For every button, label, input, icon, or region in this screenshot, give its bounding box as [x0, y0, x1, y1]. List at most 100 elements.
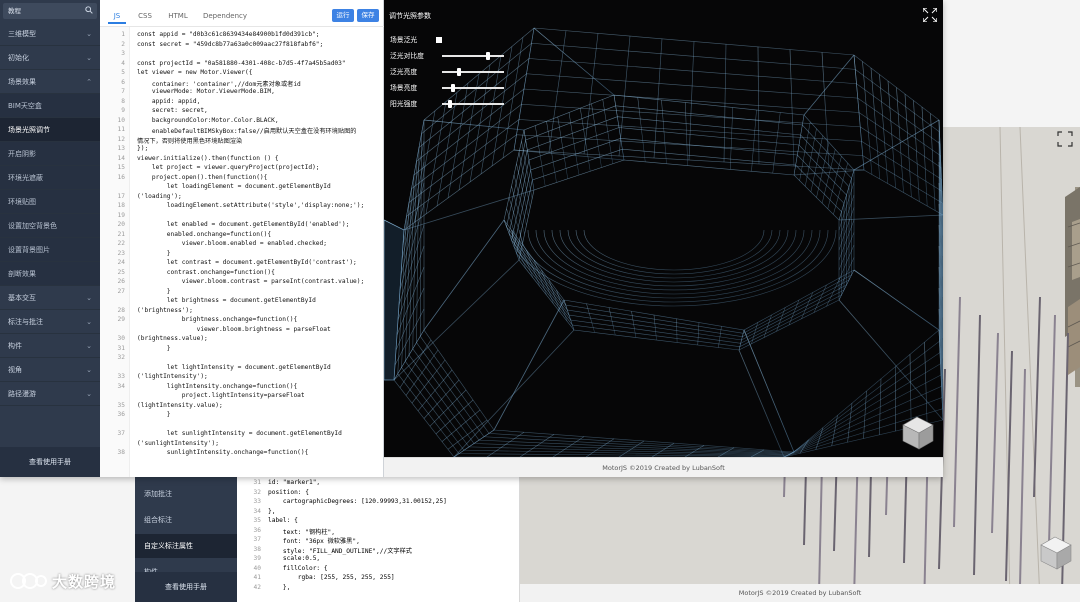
line-number: 18	[117, 202, 125, 209]
sidebar-item[interactable]: 构件 ⌄	[0, 334, 100, 358]
sidebar-item[interactable]: 场景光照调节	[0, 118, 100, 142]
slider-handle[interactable]	[456, 68, 461, 76]
code-line: enableDefaultBIMSkyBox:false//启用默认天空盒在没有…	[137, 128, 357, 135]
code-line: },	[268, 507, 276, 515]
line-number: 3	[121, 50, 125, 57]
help-manual-button[interactable]: 查看使用手册	[0, 447, 100, 477]
slider-handle[interactable]	[485, 52, 490, 60]
line-number: 26	[117, 278, 125, 285]
sidebar-item[interactable]: BIM天空盒	[0, 94, 100, 118]
light-slider[interactable]: 泛光对比度	[390, 50, 510, 62]
chevron-down-icon: ⌄	[86, 30, 92, 38]
3d-viewport[interactable]: 调节光照参数 场景泛光泛光对比度泛光亮度场景亮度阳光强度	[384, 0, 943, 457]
code-line: position: {	[268, 488, 309, 496]
sidebar-item[interactable]: 开启阴影	[0, 142, 100, 166]
tab-css[interactable]: CSS	[134, 8, 156, 24]
code-line: brightness.onchange=function(){	[137, 316, 298, 323]
line-number: 38	[253, 545, 261, 553]
chevron-down-icon: ⌄	[86, 366, 92, 374]
line-number: 15	[117, 164, 125, 171]
back-sidebar-item-label: 添加批注	[144, 490, 172, 498]
slider-track[interactable]	[442, 52, 504, 60]
slider-track[interactable]	[442, 100, 504, 108]
code-line: let loadingElement = document.getElement…	[137, 183, 331, 190]
control-label: 泛光对比度	[390, 52, 424, 60]
save-button[interactable]: 保存	[357, 9, 379, 22]
sidebar-item-label: 三维模型	[8, 30, 36, 38]
sidebar-item[interactable]: 三维模型 ⌄	[0, 22, 100, 46]
slider-handle[interactable]	[450, 84, 455, 92]
back-sidebar-item-add-annotation[interactable]: 添加批注	[135, 482, 237, 506]
code-line: let enabled = document.getElementById('e…	[137, 221, 350, 228]
line-number: 33	[253, 498, 261, 505]
back-sidebar-item-group-annotation[interactable]: 组合标注	[135, 508, 237, 532]
line-number: 28	[117, 306, 125, 314]
light-slider[interactable]: 泛光亮度	[390, 66, 510, 78]
sidebar-item-label: 设置加空背景色	[8, 222, 57, 230]
line-number: 40	[253, 564, 261, 572]
back-help-button[interactable]: 查看使用手册	[135, 572, 237, 602]
sidebar-item[interactable]: 设置背景图片	[0, 238, 100, 262]
light-slider[interactable]: 场景亮度	[390, 82, 510, 94]
sidebar-item-label: 场景光照调节	[8, 126, 50, 134]
line-number: 22	[117, 240, 125, 247]
sidebar-item[interactable]: 初始化 ⌄	[0, 46, 100, 70]
slider-handle[interactable]	[447, 100, 452, 108]
sidebar-item[interactable]: 基本交互 ⌄	[0, 286, 100, 310]
slider-track[interactable]	[442, 68, 504, 76]
chevron-down-icon: ⌄	[86, 54, 92, 62]
sidebar-item[interactable]: 路径漫游 ⌄	[0, 382, 100, 406]
line-number: 33	[117, 373, 125, 380]
code-line: contrast.onchange=function(){	[137, 268, 275, 276]
bloom-toggle[interactable]: 场景泛光	[390, 34, 510, 46]
line-number: 7	[121, 88, 125, 95]
code-line: cartographicDegrees: [120.99993,31.00152…	[268, 498, 447, 505]
code-line: sunlightIntensity.onchange=function(){	[137, 449, 309, 456]
line-number: 21	[117, 230, 125, 238]
code-line: fillColor: {	[268, 564, 328, 572]
tab-js[interactable]: JS	[108, 8, 126, 24]
line-number: 14	[117, 154, 125, 162]
sidebar-item[interactable]: 场景效果 ⌃	[0, 70, 100, 94]
sidebar-item[interactable]: 视角 ⌄	[0, 358, 100, 382]
light-panel-title: 调节光照参数	[389, 12, 431, 20]
search-icon[interactable]	[85, 6, 93, 14]
code-line: });	[137, 145, 149, 152]
slider-track[interactable]	[442, 84, 504, 92]
sidebar-item-label: 剖断效果	[8, 270, 36, 278]
sidebar-item[interactable]: 标注与批注 ⌄	[0, 310, 100, 334]
line-number: 1	[121, 31, 125, 38]
line-number: 36	[253, 526, 261, 534]
fullscreen-icon[interactable]	[923, 8, 937, 22]
code-line: viewer.bloom.brightness = parseFloat	[137, 325, 331, 333]
checkbox[interactable]	[436, 37, 442, 43]
search-input[interactable]: 教程	[3, 3, 97, 19]
sidebar-item[interactable]: 设置加空背景色	[0, 214, 100, 238]
back-sidebar-item-custom-annotation[interactable]: 自定义标注属性	[135, 534, 237, 558]
line-number: 2	[121, 40, 125, 48]
code-line: viewer.bloom.enabled = enabled.checked;	[137, 240, 327, 247]
line-number: 8	[121, 97, 125, 105]
sidebar-item-label: 路径漫游	[8, 390, 36, 398]
code-line: let lightIntensity = document.getElement…	[137, 363, 331, 371]
code-line: appid: appid,	[137, 97, 201, 105]
run-button[interactable]: 运行	[332, 9, 354, 22]
code-line: let brightness = document.getElementById	[137, 297, 316, 304]
sidebar-item[interactable]: 环境贴图	[0, 190, 100, 214]
line-number: 25	[117, 268, 125, 276]
tab-dependency[interactable]: Dependency	[200, 8, 250, 24]
sidebar-item-label: 开启阴影	[8, 150, 36, 158]
sidebar-item[interactable]: 剖断效果	[0, 262, 100, 286]
light-slider[interactable]: 阳光强度	[390, 98, 510, 110]
code-line: }	[137, 344, 171, 352]
chevron-up-icon: ⌃	[86, 78, 92, 86]
view-cube-icon[interactable]	[901, 415, 937, 451]
code-line: font: "36px 微软雅黑",	[268, 538, 360, 545]
control-label: 场景泛光	[390, 36, 418, 44]
code-line: backgroundColor:Motor.Color.BLACK,	[137, 116, 279, 124]
tab-html[interactable]: HTML	[164, 8, 192, 24]
line-number: 32	[253, 488, 261, 496]
line-number: 27	[117, 287, 125, 295]
sidebar-item[interactable]: 环境光遮蔽	[0, 166, 100, 190]
code-line: ('loading');	[137, 192, 182, 200]
